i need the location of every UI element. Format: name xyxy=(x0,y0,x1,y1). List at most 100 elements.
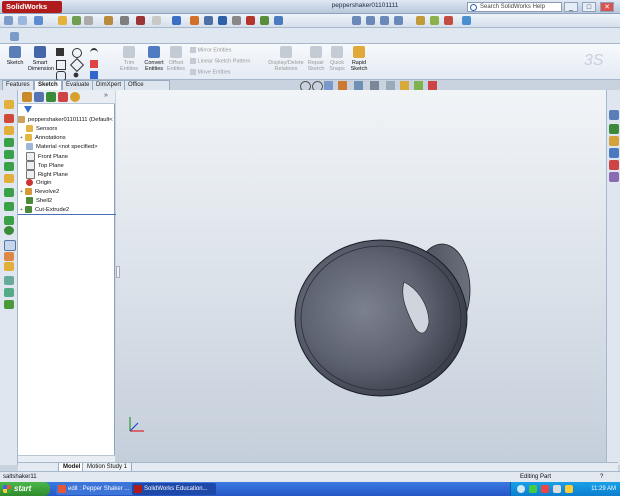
smart-dimension-button[interactable]: Smart Dimension xyxy=(28,46,54,72)
taskbar-item-solidworks[interactable]: SolidWorks Education... xyxy=(132,483,216,495)
peppershaker-model[interactable] xyxy=(286,230,506,410)
tool-15-icon[interactable] xyxy=(4,276,14,285)
file-explorer-icon[interactable] xyxy=(609,136,619,146)
design-library-icon[interactable] xyxy=(609,124,619,134)
trim-entities-button[interactable]: Trim Entities xyxy=(118,46,140,72)
rebuild-icon[interactable] xyxy=(72,16,81,25)
scene-icon[interactable] xyxy=(444,16,453,25)
start-button[interactable]: start xyxy=(0,482,50,496)
undo-icon[interactable] xyxy=(120,16,129,25)
rotate-icon[interactable] xyxy=(394,16,403,25)
tree-node-origin[interactable]: Origin xyxy=(18,179,123,187)
tree-node-cut-extrude2[interactable]: + Cut-Extrude2 xyxy=(18,206,117,215)
menu-icon[interactable] xyxy=(4,16,13,25)
quick-snaps-button[interactable]: Quick Snaps xyxy=(328,46,346,72)
tool-8-icon[interactable] xyxy=(4,188,14,197)
offset-entities-button[interactable]: Offset Entities xyxy=(166,46,186,72)
display-delete-relations-button[interactable]: Display/Delete Relations xyxy=(268,46,304,72)
previous-view-icon[interactable] xyxy=(324,81,333,90)
print-icon[interactable] xyxy=(104,16,113,25)
tray-icon-5[interactable] xyxy=(565,485,573,493)
smart-dimension-icon[interactable] xyxy=(190,16,199,25)
tool-14-icon[interactable] xyxy=(4,262,14,271)
help-icon[interactable]: ? xyxy=(600,472,603,482)
edit-appearance-icon[interactable] xyxy=(400,81,409,90)
expand-panel-icon[interactable]: » xyxy=(104,92,108,99)
point-icon[interactable] xyxy=(73,72,79,78)
pin-icon[interactable] xyxy=(10,32,19,41)
dimxpert-manager-icon[interactable] xyxy=(58,92,68,102)
panel-splitter-handle[interactable] xyxy=(116,266,120,278)
property-manager-icon[interactable] xyxy=(34,92,44,102)
tool-1-icon[interactable] xyxy=(4,100,14,109)
convert-entities-button[interactable]: Convert Entities xyxy=(142,46,166,72)
feature-manager-icon[interactable] xyxy=(22,92,32,102)
appearances-icon[interactable] xyxy=(609,172,619,182)
view-settings-icon[interactable] xyxy=(462,16,471,25)
tree-node-annotations[interactable]: + Annotations xyxy=(18,134,117,142)
tool-17-icon[interactable] xyxy=(4,300,14,309)
tool-7-icon[interactable] xyxy=(4,174,14,183)
tool-2-icon[interactable] xyxy=(4,114,14,123)
snap-icon[interactable] xyxy=(232,16,241,25)
hide-show-icon[interactable] xyxy=(386,81,395,90)
zoom-area-icon[interactable] xyxy=(366,16,375,25)
view-palette-icon[interactable] xyxy=(609,160,619,170)
text-icon[interactable] xyxy=(90,71,98,79)
arc-icon[interactable] xyxy=(90,48,98,58)
mirror-entities-button[interactable]: Mirror Entities xyxy=(190,47,231,53)
select-icon[interactable] xyxy=(34,16,43,25)
display-manager-icon[interactable] xyxy=(70,92,80,102)
zoom-in-icon[interactable] xyxy=(380,16,389,25)
move-entities-button[interactable]: Move Entities xyxy=(190,69,231,75)
maximize-button[interactable]: □ xyxy=(582,2,596,12)
fillet-icon[interactable] xyxy=(260,16,269,25)
tool-12-icon[interactable] xyxy=(4,240,16,251)
solidworks-logo[interactable]: SolidWorks xyxy=(2,1,62,13)
tool-16-icon[interactable] xyxy=(4,288,14,297)
help-search-input[interactable]: Search SolidWorks Help xyxy=(467,2,562,12)
mate-icon[interactable] xyxy=(274,16,283,25)
tray-icon-3[interactable] xyxy=(541,485,549,493)
open-icon[interactable] xyxy=(58,16,67,25)
rectangle-icon[interactable] xyxy=(56,60,66,70)
polygon-icon[interactable] xyxy=(69,57,85,73)
linear-sketch-pattern-button[interactable]: Linear Sketch Pattern xyxy=(190,58,250,64)
relations-icon[interactable] xyxy=(218,16,227,25)
minimize-button[interactable]: _ xyxy=(564,2,578,12)
tool-9-icon[interactable] xyxy=(4,202,14,211)
rapid-sketch-button[interactable]: Rapid Sketch xyxy=(348,46,370,72)
save-icon[interactable] xyxy=(84,16,93,25)
tree-root[interactable]: peppershaker01101111 (Default< xyxy=(18,116,115,124)
appearance-icon[interactable] xyxy=(430,16,439,25)
tree-node-right-plane[interactable]: Right Plane xyxy=(18,170,123,179)
display-style-icon[interactable] xyxy=(370,81,379,90)
tool-13-icon[interactable] xyxy=(4,252,14,261)
sketch-button[interactable]: Sketch xyxy=(4,46,26,66)
tool-5-icon[interactable] xyxy=(4,150,14,159)
apply-scene-icon[interactable] xyxy=(414,81,423,90)
sketch-icon[interactable] xyxy=(204,16,213,25)
tool-11-icon[interactable] xyxy=(4,226,14,235)
zoom-fit-icon[interactable] xyxy=(352,16,361,25)
new-icon[interactable] xyxy=(18,16,27,25)
tray-icon-1[interactable] xyxy=(517,485,525,493)
filter-icon[interactable] xyxy=(24,106,32,113)
search-results-icon[interactable] xyxy=(609,148,619,158)
tool-10-icon[interactable] xyxy=(4,216,14,225)
tree-node-top-plane[interactable]: Top Plane xyxy=(18,161,123,170)
tree-node-front-plane[interactable]: Front Plane xyxy=(18,152,123,161)
taskbar-item-edit[interactable]: edit : Pepper Shaker ... xyxy=(56,483,138,495)
tool-6-icon[interactable] xyxy=(4,162,14,171)
tray-icon-2[interactable] xyxy=(529,485,537,493)
pointer-icon[interactable] xyxy=(172,16,181,25)
tool-3-icon[interactable] xyxy=(4,126,14,135)
section-view-icon[interactable] xyxy=(338,81,347,90)
line-icon[interactable] xyxy=(56,48,64,56)
tree-node-material[interactable]: Material <not specified> xyxy=(18,143,123,151)
resources-icon[interactable] xyxy=(609,110,619,120)
configuration-manager-icon[interactable] xyxy=(46,92,56,102)
circle-icon[interactable] xyxy=(72,48,82,58)
tree-node-revolve2[interactable]: + Revolve2 xyxy=(18,188,117,196)
graphics-area[interactable] xyxy=(116,90,606,465)
